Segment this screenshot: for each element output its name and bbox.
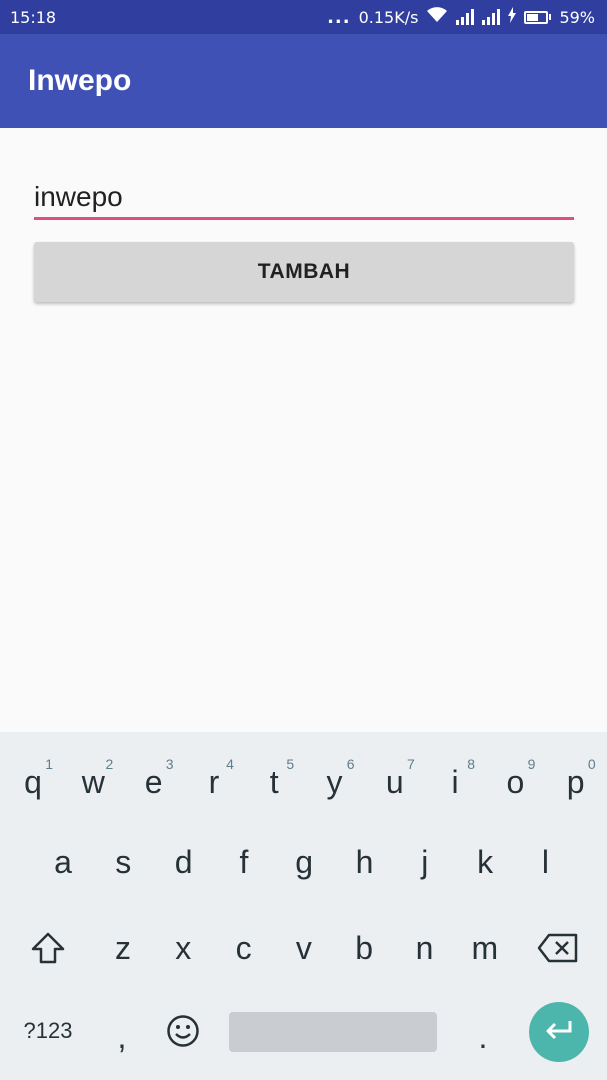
emoji-key[interactable] bbox=[153, 991, 213, 1071]
key-z[interactable]: z bbox=[93, 908, 153, 988]
key-number-hint: 9 bbox=[527, 756, 536, 772]
key-u[interactable]: u7 bbox=[365, 742, 425, 822]
key-label: a bbox=[54, 843, 72, 880]
key-label: i bbox=[451, 763, 459, 800]
key-number-hint: 3 bbox=[165, 756, 174, 772]
key-number-hint: 7 bbox=[407, 756, 415, 772]
wifi-icon bbox=[426, 7, 448, 27]
network-speed: 0.15K/s bbox=[358, 7, 419, 27]
key-d[interactable]: d bbox=[154, 822, 214, 902]
signal-icon bbox=[456, 9, 475, 25]
key-label: w bbox=[81, 763, 105, 800]
key-w[interactable]: w2 bbox=[63, 742, 123, 822]
key-label: q bbox=[24, 763, 42, 800]
shift-key[interactable] bbox=[18, 908, 78, 988]
key-g[interactable]: g bbox=[274, 822, 334, 902]
backspace-icon bbox=[537, 933, 579, 963]
battery-percent: 59% bbox=[559, 7, 595, 27]
key-label: b bbox=[355, 929, 374, 966]
key-m[interactable]: m bbox=[455, 908, 515, 988]
key-label: k bbox=[477, 843, 494, 880]
key-number-hint: 8 bbox=[467, 756, 476, 772]
key-n[interactable]: n bbox=[395, 908, 455, 988]
key-label: p bbox=[566, 763, 585, 800]
key-label: o bbox=[506, 763, 525, 800]
shift-icon bbox=[30, 931, 66, 965]
key-label: x bbox=[175, 929, 192, 966]
status-time: 15:18 bbox=[10, 7, 57, 27]
key-j[interactable]: j bbox=[395, 822, 455, 902]
signal-icon bbox=[482, 9, 501, 25]
app-bar: Inwepo bbox=[0, 34, 607, 128]
charging-icon bbox=[508, 7, 517, 27]
key-s[interactable]: s bbox=[93, 822, 153, 902]
backspace-key[interactable] bbox=[528, 908, 588, 988]
key-label: g bbox=[295, 843, 314, 880]
key-number-hint: 5 bbox=[286, 756, 295, 772]
key-label: d bbox=[174, 843, 193, 880]
key-label: z bbox=[115, 929, 131, 966]
status-bar: 15:18 ... 0.15K/s 59% bbox=[0, 0, 607, 34]
key-label: v bbox=[295, 929, 312, 966]
key-v[interactable]: v bbox=[274, 908, 334, 988]
key-label: y bbox=[326, 763, 343, 800]
key-label: r bbox=[208, 763, 220, 800]
key-a[interactable]: a bbox=[33, 822, 93, 902]
key-number-hint: 1 bbox=[45, 756, 53, 772]
key-i[interactable]: i8 bbox=[425, 742, 485, 822]
key-p[interactable]: p0 bbox=[546, 742, 606, 822]
key-e[interactable]: e3 bbox=[124, 742, 184, 822]
key-c[interactable]: c bbox=[214, 908, 274, 988]
emoji-icon bbox=[166, 1014, 200, 1048]
key-k[interactable]: k bbox=[455, 822, 515, 902]
key-q[interactable]: q1 bbox=[3, 742, 63, 822]
enter-key[interactable] bbox=[529, 1002, 589, 1062]
key-number-hint: 4 bbox=[226, 756, 234, 772]
key-label: l bbox=[541, 843, 549, 880]
main-content: TAMBAH bbox=[0, 128, 607, 732]
enter-icon bbox=[543, 1018, 575, 1046]
key-label: s bbox=[115, 843, 132, 880]
space-bar[interactable] bbox=[229, 1012, 437, 1052]
key-r[interactable]: r4 bbox=[184, 742, 244, 822]
key-t[interactable]: t5 bbox=[244, 742, 304, 822]
symbols-key[interactable]: ?123 bbox=[18, 991, 78, 1071]
key-number-hint: 6 bbox=[346, 756, 355, 772]
key-label: e bbox=[144, 763, 163, 800]
key-label: j bbox=[421, 843, 429, 880]
key-label: m bbox=[471, 929, 499, 966]
battery-icon bbox=[524, 10, 552, 24]
key-number-hint: 0 bbox=[587, 756, 596, 772]
key-label: f bbox=[239, 843, 249, 880]
soft-keyboard: q1w2e3r4t5y6u7i8o9p0 asdfghjkl zxcvbnm ?… bbox=[0, 732, 607, 1080]
text-input[interactable] bbox=[34, 176, 574, 220]
comma-key[interactable]: , bbox=[92, 997, 152, 1077]
tambah-button[interactable]: TAMBAH bbox=[34, 242, 574, 302]
key-number-hint: 2 bbox=[105, 756, 114, 772]
key-y[interactable]: y6 bbox=[305, 742, 365, 822]
status-dots: ... bbox=[327, 6, 351, 28]
key-label: u bbox=[385, 763, 404, 800]
keyboard-row-3: z x c v b nm bbox=[0, 908, 607, 988]
app-title: Inwepo bbox=[28, 64, 132, 97]
key-o[interactable]: o9 bbox=[485, 742, 545, 822]
key-f[interactable]: f bbox=[214, 822, 274, 902]
key-label: h bbox=[355, 843, 374, 880]
period-key[interactable]: . bbox=[453, 997, 513, 1077]
key-label: c bbox=[235, 929, 252, 966]
keyboard-row-2: asdfghjkl bbox=[0, 822, 607, 902]
status-icons: ... 0.15K/s 59% bbox=[327, 7, 595, 28]
keyboard-row-1: q1w2e3r4t5y6u7i8o9p0 bbox=[0, 742, 607, 822]
key-l[interactable]: l bbox=[515, 822, 575, 902]
key-b[interactable]: b bbox=[334, 908, 394, 988]
key-x[interactable]: x bbox=[153, 908, 213, 988]
key-h[interactable]: h bbox=[335, 822, 395, 902]
key-label: t bbox=[269, 763, 279, 800]
key-label: n bbox=[415, 929, 434, 966]
